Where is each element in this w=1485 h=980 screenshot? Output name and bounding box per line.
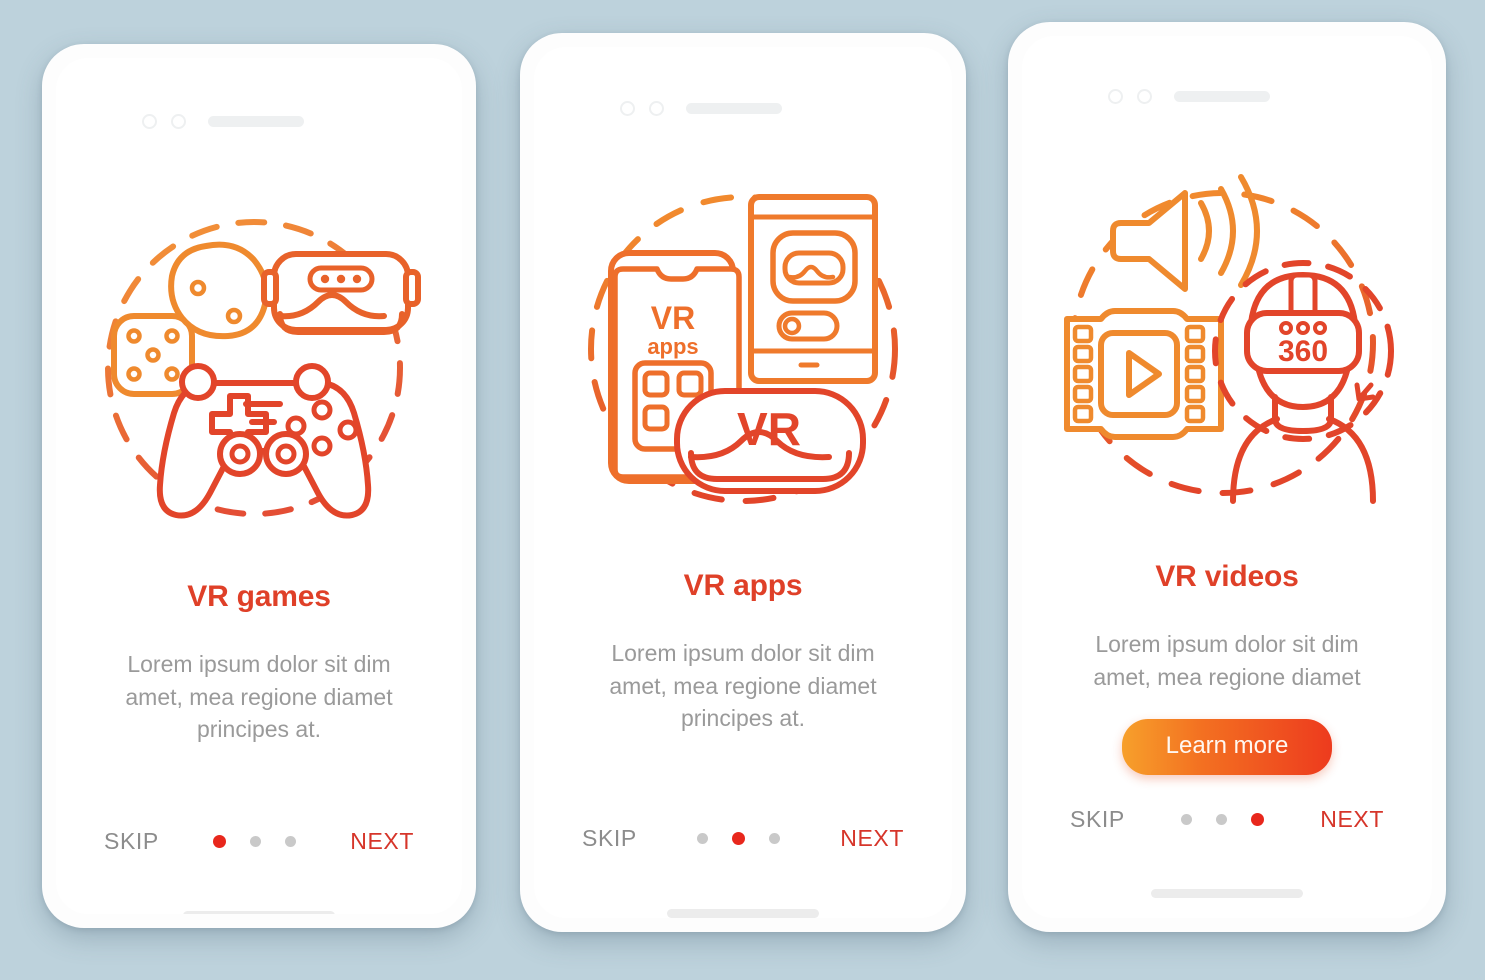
description-line: Lorem ipsum dolor sit dim — [1095, 631, 1359, 657]
camera-lens-icon — [1108, 89, 1123, 104]
page-description: Lorem ipsum dolor sit dim amet, mea regi… — [560, 637, 926, 735]
vr-apps-label-vr: VR — [651, 300, 695, 336]
screen-vr-games: VR games Lorem ipsum dolor sit dim amet,… — [56, 58, 462, 914]
screen-vr-apps: VR apps VR VR apps Lorem ipsum dolor sit — [534, 47, 952, 918]
home-indicator[interactable] — [1151, 889, 1303, 898]
description-line: amet, mea regione diamet — [1093, 663, 1361, 690]
sensor-lens-icon — [171, 114, 186, 129]
pagination-dots — [1181, 813, 1265, 826]
page-description: Lorem ipsum dolor sit dim amet, mea regi… — [82, 648, 436, 746]
arrow-icon — [1354, 382, 1376, 402]
earpiece-speaker-icon — [208, 116, 304, 127]
phone-mockup-vr-apps: VR apps VR VR apps Lorem ipsum dolor sit — [520, 33, 966, 932]
screen-vr-videos: 360 VR videos Lorem ipsum dolor sit dim … — [1022, 36, 1432, 918]
pagination-dot-3[interactable] — [285, 836, 297, 847]
description-line: Lorem ipsum dolor sit dim — [127, 651, 391, 677]
phone-mockup-vr-games: VR games Lorem ipsum dolor sit dim amet,… — [42, 44, 476, 928]
home-indicator[interactable] — [667, 909, 819, 918]
description-line: Lorem ipsum dolor sit dim — [611, 640, 875, 666]
content-vr-videos: VR videos Lorem ipsum dolor sit dim amet… — [1022, 560, 1432, 776]
earpiece-speaker-icon — [686, 103, 782, 114]
vr-videos-illustration: 360 — [1022, 156, 1432, 526]
pagination-dots — [213, 835, 297, 848]
vr-games-illustration — [56, 178, 462, 558]
onboarding-nav: SKIP NEXT — [1022, 806, 1432, 833]
sensor-lens-icon — [1137, 89, 1152, 104]
page-title: VR games — [187, 580, 331, 613]
next-button[interactable]: NEXT — [1320, 806, 1384, 833]
page-title: VR videos — [1155, 560, 1299, 593]
vr-headset-label: VR — [737, 403, 801, 455]
home-indicator[interactable] — [183, 911, 335, 914]
vr-apps-illustration: VR apps VR — [534, 157, 952, 547]
page-title: VR apps — [683, 569, 803, 602]
pagination-dots — [697, 832, 781, 845]
camera-lens-icon — [142, 114, 157, 129]
content-vr-games: VR games Lorem ipsum dolor sit dim amet,… — [56, 580, 462, 746]
description-line: amet, mea regione diamet — [609, 672, 877, 699]
onboarding-screens-canvas: VR games Lorem ipsum dolor sit dim amet,… — [0, 0, 1485, 980]
next-button[interactable]: NEXT — [840, 825, 904, 852]
skip-button[interactable]: SKIP — [582, 825, 637, 852]
learn-more-button[interactable]: Learn more — [1121, 719, 1333, 776]
description-line: amet, mea regione diamet — [125, 683, 393, 710]
earpiece-speaker-icon — [1174, 91, 1270, 102]
description-line: principes at. — [196, 716, 321, 743]
phone-notch-bar — [534, 101, 952, 116]
pagination-dot-3[interactable] — [769, 833, 781, 844]
pagination-dot-2[interactable] — [250, 836, 262, 847]
description-line: principes at. — [680, 705, 805, 732]
pagination-dot-3[interactable] — [1251, 813, 1265, 826]
pagination-dot-1[interactable] — [697, 833, 709, 844]
next-button[interactable]: NEXT — [350, 828, 414, 855]
pagination-dot-1[interactable] — [213, 835, 227, 848]
vr-apps-label-apps: apps — [647, 334, 698, 359]
phone-notch-bar — [56, 114, 462, 129]
content-vr-apps: VR apps Lorem ipsum dolor sit dim amet, … — [534, 569, 952, 735]
pagination-dot-2[interactable] — [1216, 814, 1228, 825]
skip-button[interactable]: SKIP — [1070, 806, 1125, 833]
page-description: Lorem ipsum dolor sit dim amet, mea regi… — [1048, 628, 1406, 693]
onboarding-nav: SKIP NEXT — [56, 828, 462, 855]
onboarding-nav: SKIP NEXT — [534, 825, 952, 852]
camera-lens-icon — [620, 101, 635, 116]
pagination-dot-2[interactable] — [732, 832, 746, 845]
phone-notch-bar — [1022, 89, 1432, 104]
vr-360-label: 360 — [1278, 335, 1328, 368]
pagination-dot-1[interactable] — [1181, 814, 1193, 825]
phone-mockup-vr-videos: 360 VR videos Lorem ipsum dolor sit dim … — [1008, 22, 1446, 932]
skip-button[interactable]: SKIP — [104, 828, 159, 855]
sensor-lens-icon — [649, 101, 664, 116]
